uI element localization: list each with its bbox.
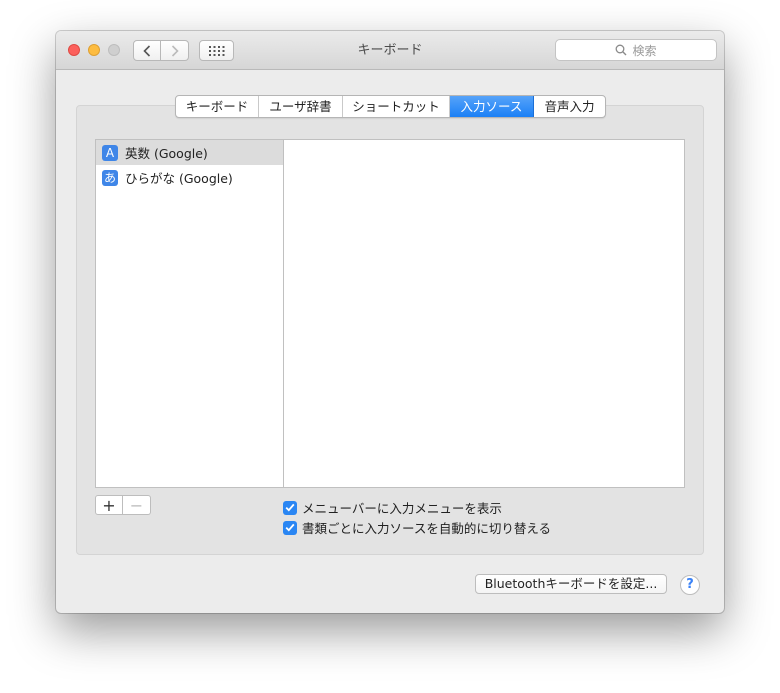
input-source-label: 英数 (Google)	[125, 146, 208, 161]
input-source-list[interactable]: A 英数 (Google) あ ひらがな (Google)	[95, 139, 284, 488]
add-input-source-button[interactable]: +	[95, 495, 123, 515]
tab-bar: キーボード ユーザ辞書 ショートカット 入力ソース 音声入力	[175, 95, 606, 118]
add-remove-buttons: + −	[95, 495, 152, 515]
checkbox-checked[interactable]	[283, 520, 297, 535]
help-button[interactable]: ?	[680, 575, 700, 595]
checkbox-checked[interactable]	[283, 500, 297, 515]
back-chevron-icon	[143, 44, 151, 57]
search-placeholder: 検索	[632, 43, 657, 58]
grid-icon	[208, 45, 224, 56]
input-source-item-alphanumeric[interactable]: A 英数 (Google)	[96, 140, 283, 165]
show-input-menu-checkbox[interactable]: メニューバーに入力メニューを表示	[283, 498, 502, 517]
setup-bluetooth-keyboard-button[interactable]: Bluetoothキーボードを設定...	[475, 574, 667, 594]
checkmark-icon	[285, 523, 295, 532]
remove-input-source-button[interactable]: −	[123, 495, 151, 515]
forward-button[interactable]	[161, 40, 189, 61]
navigation-buttons	[133, 40, 189, 61]
input-source-detail-pane	[283, 139, 685, 488]
zoom-button[interactable]	[108, 44, 120, 56]
show-all-button[interactable]	[199, 40, 234, 61]
input-source-label: ひらがな (Google)	[125, 171, 233, 186]
checkbox-label: 書類ごとに入力ソースを自動的に切り替える	[302, 521, 552, 536]
checkbox-label: メニューバーに入力メニューを表示	[302, 501, 502, 516]
input-source-item-hiragana[interactable]: あ ひらがな (Google)	[96, 165, 283, 190]
tab-shortcuts[interactable]: ショートカット	[343, 96, 450, 117]
tab-dictation[interactable]: 音声入力	[534, 96, 605, 117]
preferences-window: キーボード 検索 キーボード ユーザ辞書 ショートカット 入力ソース 音声入力 …	[56, 31, 724, 613]
search-icon	[616, 44, 627, 56]
back-button[interactable]	[133, 40, 161, 61]
forward-chevron-icon	[171, 44, 179, 57]
checkmark-icon	[285, 503, 295, 512]
alphanumeric-badge-icon: A	[102, 144, 118, 161]
hiragana-badge-icon: あ	[102, 169, 118, 186]
tab-input-sources[interactable]: 入力ソース	[450, 96, 534, 117]
minimize-button[interactable]	[88, 44, 100, 56]
search-field[interactable]: 検索	[555, 39, 717, 61]
tab-keyboard[interactable]: キーボード	[176, 96, 259, 117]
title-bar: キーボード 検索	[56, 31, 724, 70]
tab-user-dictionary[interactable]: ユーザ辞書	[259, 96, 343, 117]
close-button[interactable]	[68, 44, 80, 56]
auto-switch-source-checkbox[interactable]: 書類ごとに入力ソースを自動的に切り替える	[283, 518, 551, 537]
